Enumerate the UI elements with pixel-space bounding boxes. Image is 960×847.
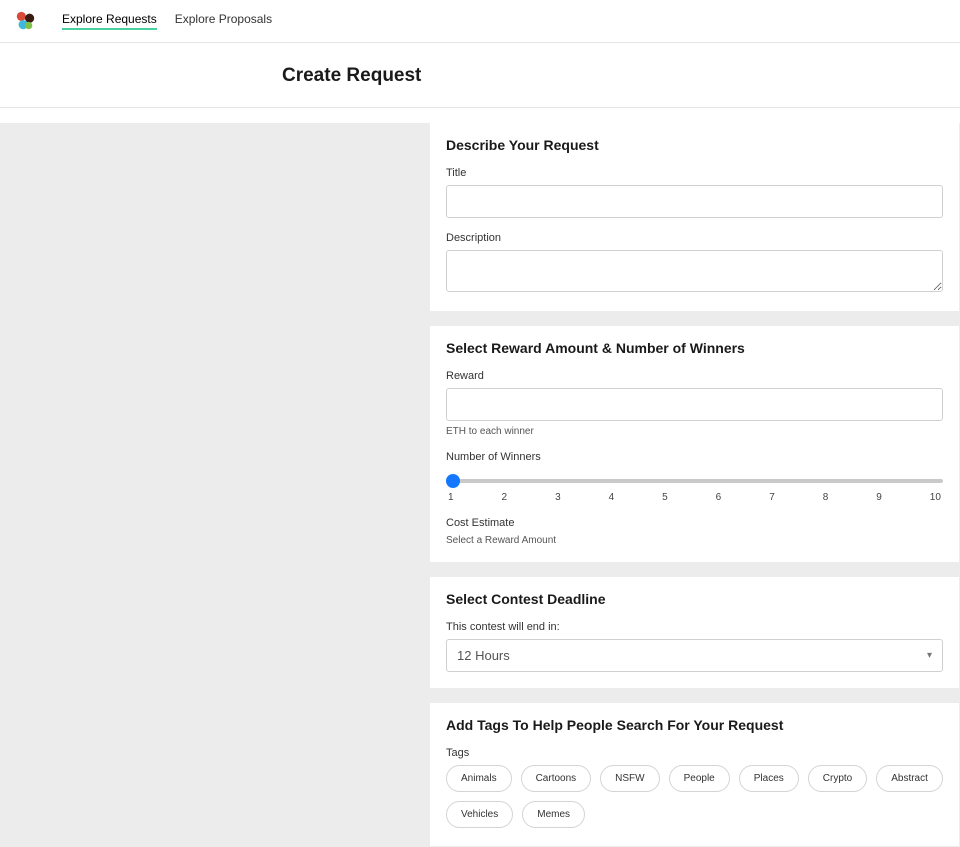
tag-row: Animals Cartoons NSFW People Places Cryp… — [446, 765, 943, 828]
reward-helper: ETH to each winner — [446, 426, 943, 437]
slider-mark: 1 — [448, 492, 454, 503]
cost-estimate-label: Cost Estimate — [446, 517, 943, 529]
description-textarea[interactable] — [446, 250, 943, 292]
winners-slider[interactable] — [446, 479, 943, 483]
section-describe-title: Describe Your Request — [446, 137, 943, 153]
deadline-label: This contest will end in: — [446, 621, 943, 633]
slider-mark: 9 — [876, 492, 882, 503]
title-label: Title — [446, 167, 943, 179]
tag-chip[interactable]: Crypto — [808, 765, 867, 792]
deadline-select[interactable]: 12 Hours ▾ — [446, 639, 943, 672]
slider-mark: 2 — [502, 492, 508, 503]
page-title-bar: Create Request — [0, 43, 960, 108]
tags-label: Tags — [446, 747, 943, 759]
tag-chip[interactable]: Animals — [446, 765, 512, 792]
section-describe: Describe Your Request Title Description — [430, 123, 959, 311]
section-tags: Add Tags To Help People Search For Your … — [430, 703, 959, 846]
main-content: Describe Your Request Title Description … — [0, 123, 960, 847]
slider-mark: 3 — [555, 492, 561, 503]
chevron-down-icon: ▾ — [927, 650, 932, 661]
deadline-select-value: 12 Hours — [457, 648, 510, 663]
section-tags-title: Add Tags To Help People Search For Your … — [446, 717, 943, 733]
page-title: Create Request — [282, 65, 960, 87]
tag-chip[interactable]: NSFW — [600, 765, 659, 792]
section-reward: Select Reward Amount & Number of Winners… — [430, 326, 959, 562]
slider-mark: 6 — [716, 492, 722, 503]
tag-chip[interactable]: Cartoons — [521, 765, 592, 792]
description-label: Description — [446, 232, 943, 244]
section-deadline-title: Select Contest Deadline — [446, 591, 943, 607]
reward-input[interactable] — [446, 388, 943, 421]
tag-chip[interactable]: Abstract — [876, 765, 943, 792]
reward-label: Reward — [446, 370, 943, 382]
nav-explore-requests[interactable]: Explore Requests — [62, 12, 157, 30]
slider-mark: 8 — [823, 492, 829, 503]
tag-chip[interactable]: Places — [739, 765, 799, 792]
logo-icon — [14, 10, 36, 32]
nav-links: Explore Requests Explore Proposals — [62, 12, 272, 30]
cost-estimate-helper: Select a Reward Amount — [446, 535, 943, 546]
nav-explore-proposals[interactable]: Explore Proposals — [175, 12, 272, 30]
top-nav: Explore Requests Explore Proposals — [0, 0, 960, 43]
section-deadline: Select Contest Deadline This contest wil… — [430, 577, 959, 688]
title-input[interactable] — [446, 185, 943, 218]
winners-label: Number of Winners — [446, 451, 943, 463]
slider-mark: 5 — [662, 492, 668, 503]
tag-chip[interactable]: People — [669, 765, 730, 792]
slider-mark: 7 — [769, 492, 775, 503]
tag-chip[interactable]: Memes — [522, 801, 585, 828]
slider-marks: 1 2 3 4 5 6 7 8 9 10 — [446, 492, 943, 503]
section-reward-title: Select Reward Amount & Number of Winners — [446, 340, 943, 356]
tag-chip[interactable]: Vehicles — [446, 801, 513, 828]
slider-mark: 4 — [609, 492, 615, 503]
slider-mark: 10 — [930, 492, 941, 503]
